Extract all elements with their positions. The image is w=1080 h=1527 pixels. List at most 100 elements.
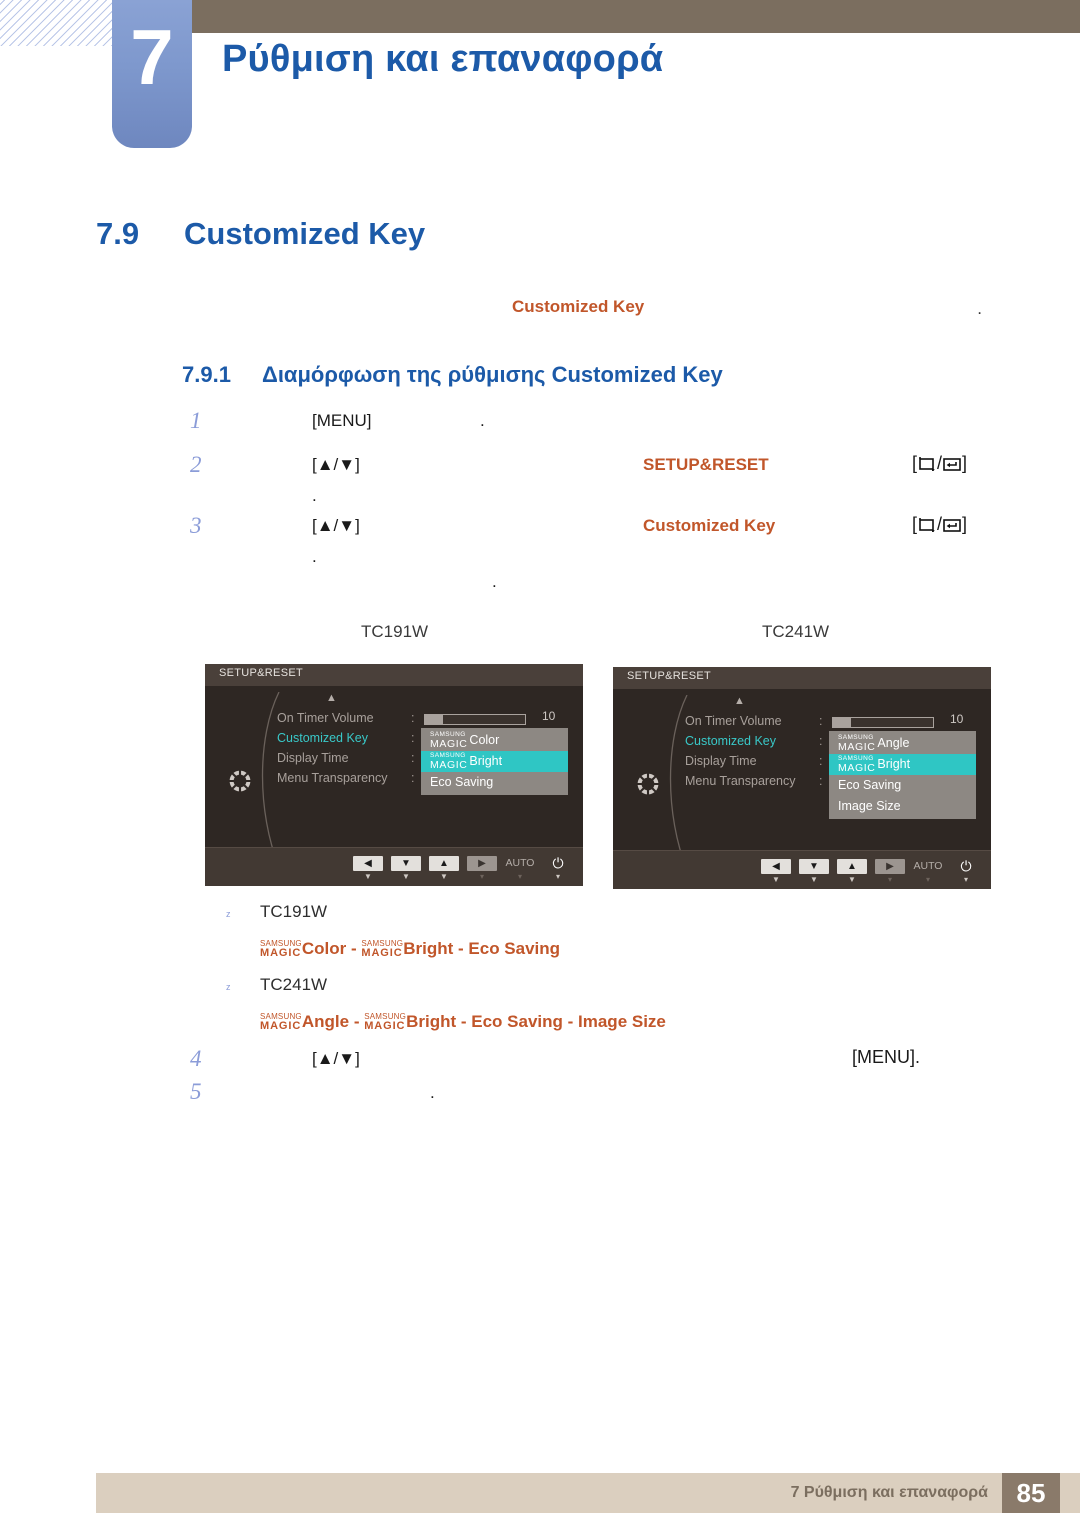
step-item: 1 [MENU] .: [0, 408, 1080, 452]
chapter-number: 7: [130, 13, 174, 101]
option-label: Eco Saving: [468, 939, 561, 958]
dropdown-option-label: Eco Saving: [430, 775, 494, 789]
osd-button-sub: ▾: [925, 875, 930, 884]
model-options-list: z TC191W SAMSUNG MAGIC Color - SAMSUNG MAG…: [0, 900, 1080, 1046]
dropdown-option[interactable]: Eco Saving: [421, 772, 568, 793]
dropdown-option[interactable]: Eco Saving: [829, 775, 976, 796]
volume-slider[interactable]: [832, 717, 934, 728]
osd-button-sub: ▾: [479, 872, 484, 881]
osd-colon-column: : : : :: [819, 711, 822, 791]
steps-list: 1 [MENU] . 2 [▲/▼] SETUP&RESET [/] . 3 […: [0, 408, 1080, 575]
enter-key-icon: [942, 456, 962, 473]
option-label: Bright: [403, 939, 454, 958]
option-label: Color: [301, 939, 347, 958]
decorative-hatch-pattern: [0, 0, 112, 46]
step-item: 4 [▲/▼] [MENU].: [0, 1046, 1080, 1079]
osd-button-auto[interactable]: AUTO ▾: [913, 859, 943, 885]
subsection-title-text: Διαμόρφωση της ρύθμισης Customized Key: [262, 362, 723, 387]
left-arrow-icon: ◀: [353, 856, 383, 871]
step-keyword: Customized Key: [643, 516, 776, 535]
osd-button-down[interactable]: ▼ ▼: [799, 859, 829, 885]
return-square-icon: [917, 456, 937, 473]
bullet-model-name: TC241W: [260, 975, 328, 994]
dropdown-option-label: Eco Saving: [838, 778, 902, 792]
osd-button-left[interactable]: ◀ ▼: [761, 859, 791, 885]
option-label: Image Size: [578, 1012, 666, 1031]
option-chain: SAMSUNG MAGIC Color - SAMSUNG MAGIC Bright…: [260, 939, 560, 959]
step-number: 2: [190, 452, 202, 477]
osd-button-sub: ▼: [440, 872, 448, 881]
right-arrow-icon: ▶: [467, 856, 497, 871]
dropdown-option[interactable]: Image Size: [829, 796, 976, 817]
page-header: 7 Ρύθμιση και επαναφορά: [0, 0, 1080, 160]
option-separator: -: [567, 1012, 579, 1031]
chapter-title: Ρύθμιση και επαναφορά: [222, 38, 664, 80]
lead-keyword: Customized Key: [512, 297, 645, 316]
samsung-magic-logo: SAMSUNG MAGIC: [430, 752, 468, 772]
option-label: Bright: [406, 1012, 457, 1031]
section-number: 7.9: [96, 216, 140, 251]
step-dot: .: [430, 1083, 435, 1102]
osd-colon: :: [411, 751, 415, 765]
up-arrow-icon: ▲: [837, 859, 867, 874]
samsung-magic-logo: SAMSUNG MAGIC: [430, 731, 468, 751]
section-lead-line: Customized Key .: [512, 297, 982, 321]
scroll-up-arrow-icon: ▲: [326, 692, 337, 704]
step-enter-key-glyph: [/]: [912, 514, 968, 534]
auto-label: AUTO: [913, 860, 943, 872]
dropdown-option[interactable]: SAMSUNG MAGIC Color: [421, 730, 568, 751]
osd-button-up[interactable]: ▲ ▼: [837, 859, 867, 885]
osd-colon: :: [819, 714, 823, 728]
power-icon: ⏻: [960, 858, 972, 874]
up-arrow-icon: ▲: [429, 856, 459, 871]
osd-button-auto[interactable]: AUTO ▾: [505, 856, 535, 882]
osd-button-sub: ▼: [810, 875, 818, 884]
dropdown-option-highlighted[interactable]: SAMSUNG MAGIC Bright: [421, 751, 568, 772]
option-label: Angle: [301, 1012, 350, 1031]
step-sub-dot: .: [312, 547, 317, 566]
osd-button-bar: ◀ ▼ ▼ ▼ ▲ ▼ ▶ ▾ AUTO ▾ ⏻ ▾: [205, 847, 583, 886]
osd-title-bar: SETUP&RESET: [613, 667, 991, 689]
list-item: z TC241W: [0, 973, 1080, 1010]
down-arrow-icon: ▼: [799, 859, 829, 874]
customized-key-dropdown[interactable]: SAMSUNG MAGIC Angle SAMSUNG MAGIC Bright E…: [829, 731, 976, 819]
page-footer: 7 Ρύθμιση και επαναφορά 85: [96, 1473, 1080, 1513]
option-separator: -: [458, 939, 469, 958]
osd-title-text: SETUP&RESET: [627, 670, 711, 682]
dropdown-option-label: Color: [469, 733, 500, 747]
osd-button-left[interactable]: ◀ ▼: [353, 856, 383, 882]
osd-colon: :: [819, 734, 823, 748]
dropdown-option-highlighted[interactable]: SAMSUNG MAGIC Bright: [829, 754, 976, 775]
osd-colon: :: [411, 711, 415, 725]
list-item: z TC191W: [0, 900, 1080, 937]
right-arrow-icon: ▶: [875, 859, 905, 874]
osd-title-text: SETUP&RESET: [219, 667, 303, 679]
option-separator: -: [460, 1012, 472, 1031]
dropdown-option-label: Bright: [877, 757, 911, 771]
subsection-heading: 7.9.1 Διαμόρφωση της ρύθμισης Customized …: [182, 362, 723, 388]
samsung-magic-logo: SAMSUNG MAGIC: [838, 755, 876, 775]
step-number: 1: [190, 408, 202, 433]
osd-title-bar: SETUP&RESET: [205, 664, 583, 686]
osd-button-sub: ▾: [517, 872, 522, 881]
step-sub-dot: .: [312, 486, 317, 505]
step-key-label: [▲/▼]: [312, 1049, 360, 1068]
step-key-label: [▲/▼]: [312, 455, 360, 474]
samsung-magic-logo: SAMSUNG MAGIC: [361, 939, 404, 960]
auto-label: AUTO: [505, 857, 535, 869]
option-label: Eco Saving: [471, 1012, 563, 1031]
dropdown-option[interactable]: SAMSUNG MAGIC Angle: [829, 733, 976, 754]
list-item-options: SAMSUNG MAGIC Color - SAMSUNG MAGIC Bright…: [0, 937, 1080, 973]
osd-button-up[interactable]: ▲ ▼: [429, 856, 459, 882]
osd-button-right[interactable]: ▶ ▾: [467, 856, 497, 882]
down-arrow-icon: ▼: [391, 856, 421, 871]
step-key-label: [MENU]: [312, 411, 372, 430]
osd-colon: :: [411, 771, 415, 785]
customized-key-dropdown[interactable]: SAMSUNG MAGIC Color SAMSUNG MAGIC Bright E…: [421, 728, 568, 795]
osd-button-power[interactable]: ⏻ ▾: [543, 856, 573, 882]
osd-button-power[interactable]: ⏻ ▾: [951, 859, 981, 885]
volume-slider[interactable]: [424, 714, 526, 725]
left-arrow-icon: ◀: [761, 859, 791, 874]
osd-button-right[interactable]: ▶ ▾: [875, 859, 905, 885]
osd-button-down[interactable]: ▼ ▼: [391, 856, 421, 882]
